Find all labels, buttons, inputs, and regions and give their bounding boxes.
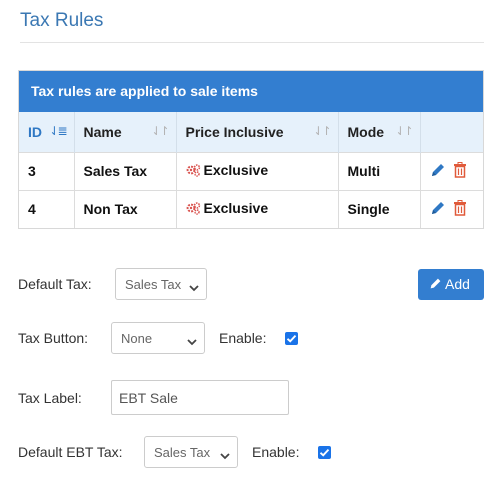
gears-icon [186, 164, 201, 180]
cell-name: Sales Tax [74, 152, 177, 190]
cell-id: 3 [19, 152, 75, 190]
default-ebt-tax-select-value: Sales Tax [154, 445, 211, 460]
pencil-icon[interactable] [430, 162, 446, 181]
sort-icon[interactable]: ⇃↾ [151, 124, 169, 138]
tax-button-select-value: None [121, 331, 153, 346]
tax-button-select[interactable]: None [111, 322, 205, 354]
cell-mode: Single [338, 190, 421, 228]
column-header-id[interactable]: ID ⇃≣ [19, 112, 75, 152]
tax-rules-table: ID ⇃≣ Name ⇃↾ Price Inclusive ⇃↾ Mode ⇃↾ [19, 112, 483, 228]
cell-actions [420, 152, 483, 190]
table-row: 4 Non Tax Exclusive Single [19, 190, 483, 228]
cell-price-inclusive: Exclusive [176, 152, 339, 190]
default-ebt-tax-select[interactable]: Sales Tax [144, 436, 238, 468]
column-header-mode-label: Mode [347, 123, 385, 140]
chevron-down-icon [220, 448, 230, 463]
cell-price-inclusive-value: Exclusive [203, 200, 269, 217]
pencil-icon [430, 278, 441, 289]
pencil-icon[interactable] [430, 200, 446, 219]
gears-icon [186, 202, 201, 218]
cell-id: 4 [19, 190, 75, 228]
cell-actions [420, 190, 483, 228]
sort-icon[interactable]: ⇃↾ [395, 124, 413, 138]
check-icon [286, 334, 297, 343]
column-header-actions [420, 112, 483, 152]
cell-price-inclusive-value: Exclusive [203, 162, 269, 178]
chevron-down-icon [187, 334, 197, 349]
table-header-row: ID ⇃≣ Name ⇃↾ Price Inclusive ⇃↾ Mode ⇃↾ [19, 112, 483, 152]
default-tax-select[interactable]: Sales Tax [115, 268, 207, 300]
title-divider [20, 42, 484, 43]
column-header-id-label: ID [28, 123, 42, 140]
cell-name: Non Tax [74, 190, 177, 228]
default-tax-label: Default Tax: [18, 276, 92, 292]
tax-label-input[interactable]: EBT Sale [111, 380, 289, 415]
sort-icon[interactable]: ⇃↾ [313, 124, 331, 138]
column-header-name[interactable]: Name ⇃↾ [74, 112, 177, 152]
cell-price-inclusive: Exclusive [176, 190, 339, 228]
add-button-label: Add [445, 276, 470, 292]
tax-button-label: Tax Button: [18, 330, 89, 346]
table-row: 3 Sales Tax Exclusive Multi [19, 152, 483, 190]
tax-button-enable-label: Enable: [219, 330, 267, 346]
column-header-mode[interactable]: Mode ⇃↾ [338, 112, 421, 152]
column-header-price-inclusive[interactable]: Price Inclusive ⇃↾ [176, 112, 339, 152]
tax-label-label: Tax Label: [18, 390, 82, 406]
tax-button-enable-checkbox[interactable] [285, 332, 298, 345]
sort-ascending-icon[interactable]: ⇃≣ [49, 124, 67, 138]
column-header-price-inclusive-label: Price Inclusive [185, 123, 284, 140]
default-tax-select-value: Sales Tax [125, 277, 182, 292]
default-ebt-tax-enable-checkbox[interactable] [318, 446, 331, 459]
add-button[interactable]: Add [418, 269, 484, 300]
cell-mode: Multi [338, 152, 421, 190]
chevron-down-icon [189, 280, 199, 295]
trash-icon[interactable] [453, 199, 467, 219]
page-title: Tax Rules [20, 10, 104, 31]
trash-icon[interactable] [453, 161, 467, 181]
panel-heading: Tax rules are applied to sale items [19, 71, 483, 112]
default-ebt-tax-enable-label: Enable: [252, 444, 300, 460]
column-header-name-label: Name [83, 123, 122, 140]
check-icon [319, 448, 330, 457]
tax-rules-panel: Tax rules are applied to sale items ID ⇃… [18, 70, 484, 229]
default-ebt-tax-label: Default EBT Tax: [18, 444, 123, 460]
